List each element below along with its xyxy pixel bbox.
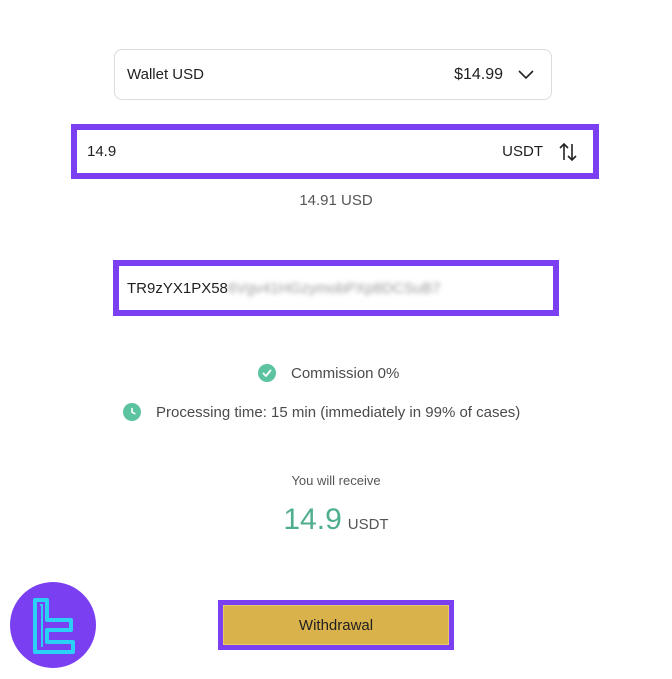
processing-row: Processing time: 15 min (immediately in … xyxy=(123,403,520,421)
wallet-label: Wallet USD xyxy=(127,66,204,83)
usd-equivalent: 14.91 USD xyxy=(299,192,373,209)
wallet-select[interactable]: Wallet USD $14.99 xyxy=(114,49,552,100)
wallet-balance: $14.99 xyxy=(454,65,503,83)
amount-input[interactable]: 14.9 USDT xyxy=(71,124,599,179)
receive-label: You will receive xyxy=(291,473,381,488)
commission-row: Commission 0% xyxy=(258,364,399,382)
receive-amount: 14.9 USDT xyxy=(0,503,672,537)
clock-icon xyxy=(123,403,141,421)
address-blurred: 6Vgv41HGzymobPXp8DCSuB7 xyxy=(227,279,441,297)
address-input[interactable]: TR9zYX1PX58 6Vgv41HGzymobPXp8DCSuB7 xyxy=(113,260,559,316)
commission-text: Commission 0% xyxy=(291,364,400,382)
receive-currency: USDT xyxy=(347,516,389,533)
amount-currency: USDT xyxy=(502,143,543,160)
amount-value[interactable]: 14.9 xyxy=(87,143,502,160)
processing-text: Processing time: 15 min (immediately in … xyxy=(156,403,521,421)
address-visible: TR9zYX1PX58 xyxy=(127,279,228,297)
chevron-down-icon[interactable] xyxy=(517,69,535,81)
receive-value: 14.9 xyxy=(283,503,342,536)
brand-logo-icon xyxy=(10,582,96,668)
check-circle-icon xyxy=(258,364,276,382)
swap-arrows-icon[interactable] xyxy=(557,141,579,163)
withdrawal-button[interactable]: Withdrawal xyxy=(218,600,454,650)
